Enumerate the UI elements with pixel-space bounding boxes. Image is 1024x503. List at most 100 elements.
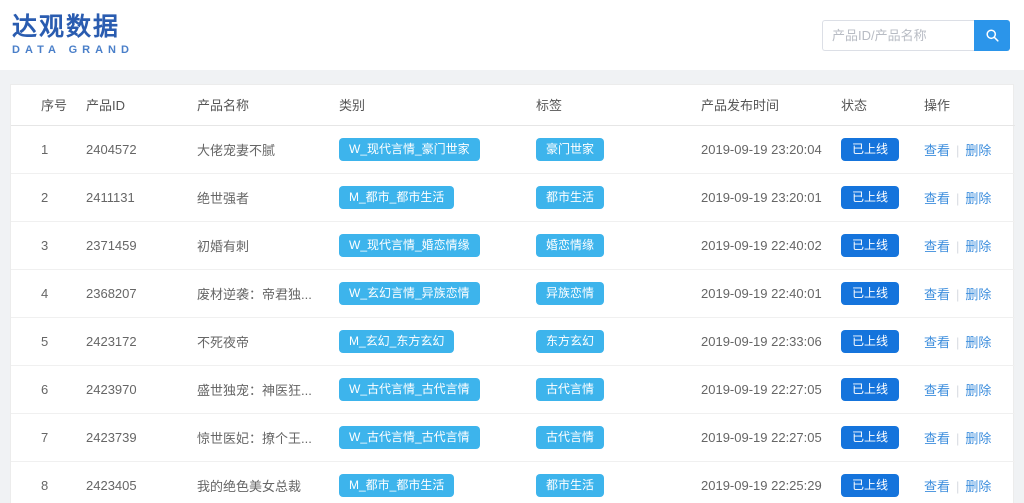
cell-index: 2 [11, 173, 86, 221]
cell-published: 2019-09-19 23:20:04 [701, 125, 841, 173]
table-row: 8 2423405 我的绝色美女总裁 M_都市_都市生活 都市生活 2019-0… [11, 461, 1015, 503]
category-badge: W_古代言情_古代言情 [339, 378, 480, 401]
cell-published: 2019-09-19 23:20:01 [701, 173, 841, 221]
tag-badge: 东方玄幻 [536, 330, 604, 353]
link-separator: | [956, 143, 959, 158]
view-link[interactable]: 查看 [924, 191, 950, 206]
delete-link[interactable]: 删除 [965, 287, 991, 302]
brand-title: 达观数据 [12, 14, 134, 42]
search-button[interactable] [974, 20, 1010, 51]
col-header-status: 状态 [841, 85, 924, 125]
cell-name: 我的绝色美女总裁 [197, 461, 339, 503]
tag-badge: 婚恋情缘 [536, 234, 604, 257]
col-header-tag: 标签 [536, 85, 701, 125]
brand-logo: 达观数据 DATA GRAND [12, 14, 134, 57]
category-badge: W_现代言情_婚恋情缘 [339, 234, 480, 257]
cell-published: 2019-09-19 22:33:06 [701, 317, 841, 365]
product-table: 序号 产品ID 产品名称 类别 标签 产品发布时间 状态 操作 1 240457… [11, 85, 1015, 503]
link-separator: | [956, 287, 959, 302]
table-row: 4 2368207 废材逆袭：帝君独... W_玄幻言情_异族恋情 异族恋情 2… [11, 269, 1015, 317]
cell-product-id: 2368207 [86, 269, 197, 317]
cell-index: 3 [11, 221, 86, 269]
category-badge: W_玄幻言情_异族恋情 [339, 282, 480, 305]
cell-name: 盛世独宠：神医狂... [197, 365, 339, 413]
view-link[interactable]: 查看 [924, 239, 950, 254]
status-badge: 已上线 [841, 234, 899, 257]
tag-badge: 豪门世家 [536, 138, 604, 161]
cell-name: 惊世医妃：撩个王... [197, 413, 339, 461]
search-bar [822, 20, 1010, 51]
link-separator: | [956, 383, 959, 398]
table-row: 7 2423739 惊世医妃：撩个王... W_古代言情_古代言情 古代言情 2… [11, 413, 1015, 461]
view-link[interactable]: 查看 [924, 143, 950, 158]
col-header-category: 类别 [339, 85, 536, 125]
col-header-name: 产品名称 [197, 85, 339, 125]
tag-badge: 都市生活 [536, 186, 604, 209]
top-bar: 达观数据 DATA GRAND [0, 0, 1024, 70]
cell-product-id: 2423405 [86, 461, 197, 503]
cell-index: 4 [11, 269, 86, 317]
delete-link[interactable]: 删除 [965, 479, 991, 494]
cell-product-id: 2423970 [86, 365, 197, 413]
cell-index: 6 [11, 365, 86, 413]
table-row: 6 2423970 盛世独宠：神医狂... W_古代言情_古代言情 古代言情 2… [11, 365, 1015, 413]
link-separator: | [956, 431, 959, 446]
cell-name: 废材逆袭：帝君独... [197, 269, 339, 317]
cell-published: 2019-09-19 22:25:29 [701, 461, 841, 503]
delete-link[interactable]: 删除 [965, 191, 991, 206]
view-link[interactable]: 查看 [924, 335, 950, 350]
cell-product-id: 2404572 [86, 125, 197, 173]
delete-link[interactable]: 删除 [965, 383, 991, 398]
cell-index: 7 [11, 413, 86, 461]
status-badge: 已上线 [841, 282, 899, 305]
product-table-card: 序号 产品ID 产品名称 类别 标签 产品发布时间 状态 操作 1 240457… [10, 84, 1014, 503]
category-badge: M_玄幻_东方玄幻 [339, 330, 454, 353]
cell-index: 5 [11, 317, 86, 365]
status-badge: 已上线 [841, 138, 899, 161]
tag-badge: 异族恋情 [536, 282, 604, 305]
link-separator: | [956, 239, 959, 254]
category-badge: M_都市_都市生活 [339, 186, 454, 209]
search-icon [985, 28, 1000, 43]
view-link[interactable]: 查看 [924, 479, 950, 494]
view-link[interactable]: 查看 [924, 431, 950, 446]
view-link[interactable]: 查看 [924, 383, 950, 398]
status-badge: 已上线 [841, 186, 899, 209]
cell-published: 2019-09-19 22:27:05 [701, 365, 841, 413]
cell-product-id: 2423739 [86, 413, 197, 461]
table-row: 1 2404572 大佬宠妻不腻 W_现代言情_豪门世家 豪门世家 2019-0… [11, 125, 1015, 173]
status-badge: 已上线 [841, 426, 899, 449]
cell-index: 1 [11, 125, 86, 173]
brand-subtitle: DATA GRAND [12, 44, 134, 56]
link-separator: | [956, 479, 959, 494]
status-badge: 已上线 [841, 378, 899, 401]
link-separator: | [956, 335, 959, 350]
delete-link[interactable]: 删除 [965, 335, 991, 350]
cell-name: 不死夜帝 [197, 317, 339, 365]
delete-link[interactable]: 删除 [965, 431, 991, 446]
tag-badge: 都市生活 [536, 474, 604, 497]
delete-link[interactable]: 删除 [965, 239, 991, 254]
status-badge: 已上线 [841, 474, 899, 497]
status-badge: 已上线 [841, 330, 899, 353]
table-header-row: 序号 产品ID 产品名称 类别 标签 产品发布时间 状态 操作 [11, 85, 1015, 125]
view-link[interactable]: 查看 [924, 287, 950, 302]
link-separator: | [956, 191, 959, 206]
category-badge: W_古代言情_古代言情 [339, 426, 480, 449]
cell-name: 大佬宠妻不腻 [197, 125, 339, 173]
tag-badge: 古代言情 [536, 426, 604, 449]
cell-product-id: 2411131 [86, 173, 197, 221]
col-header-published: 产品发布时间 [701, 85, 841, 125]
table-row: 3 2371459 初婚有刺 W_现代言情_婚恋情缘 婚恋情缘 2019-09-… [11, 221, 1015, 269]
tag-badge: 古代言情 [536, 378, 604, 401]
cell-published: 2019-09-19 22:40:01 [701, 269, 841, 317]
category-badge: M_都市_都市生活 [339, 474, 454, 497]
cell-name: 绝世强者 [197, 173, 339, 221]
cell-index: 8 [11, 461, 86, 503]
col-header-actions: 操作 [924, 85, 1015, 125]
search-input[interactable] [822, 20, 974, 51]
cell-product-id: 2423172 [86, 317, 197, 365]
table-row: 2 2411131 绝世强者 M_都市_都市生活 都市生活 2019-09-19… [11, 173, 1015, 221]
cell-product-id: 2371459 [86, 221, 197, 269]
delete-link[interactable]: 删除 [965, 143, 991, 158]
